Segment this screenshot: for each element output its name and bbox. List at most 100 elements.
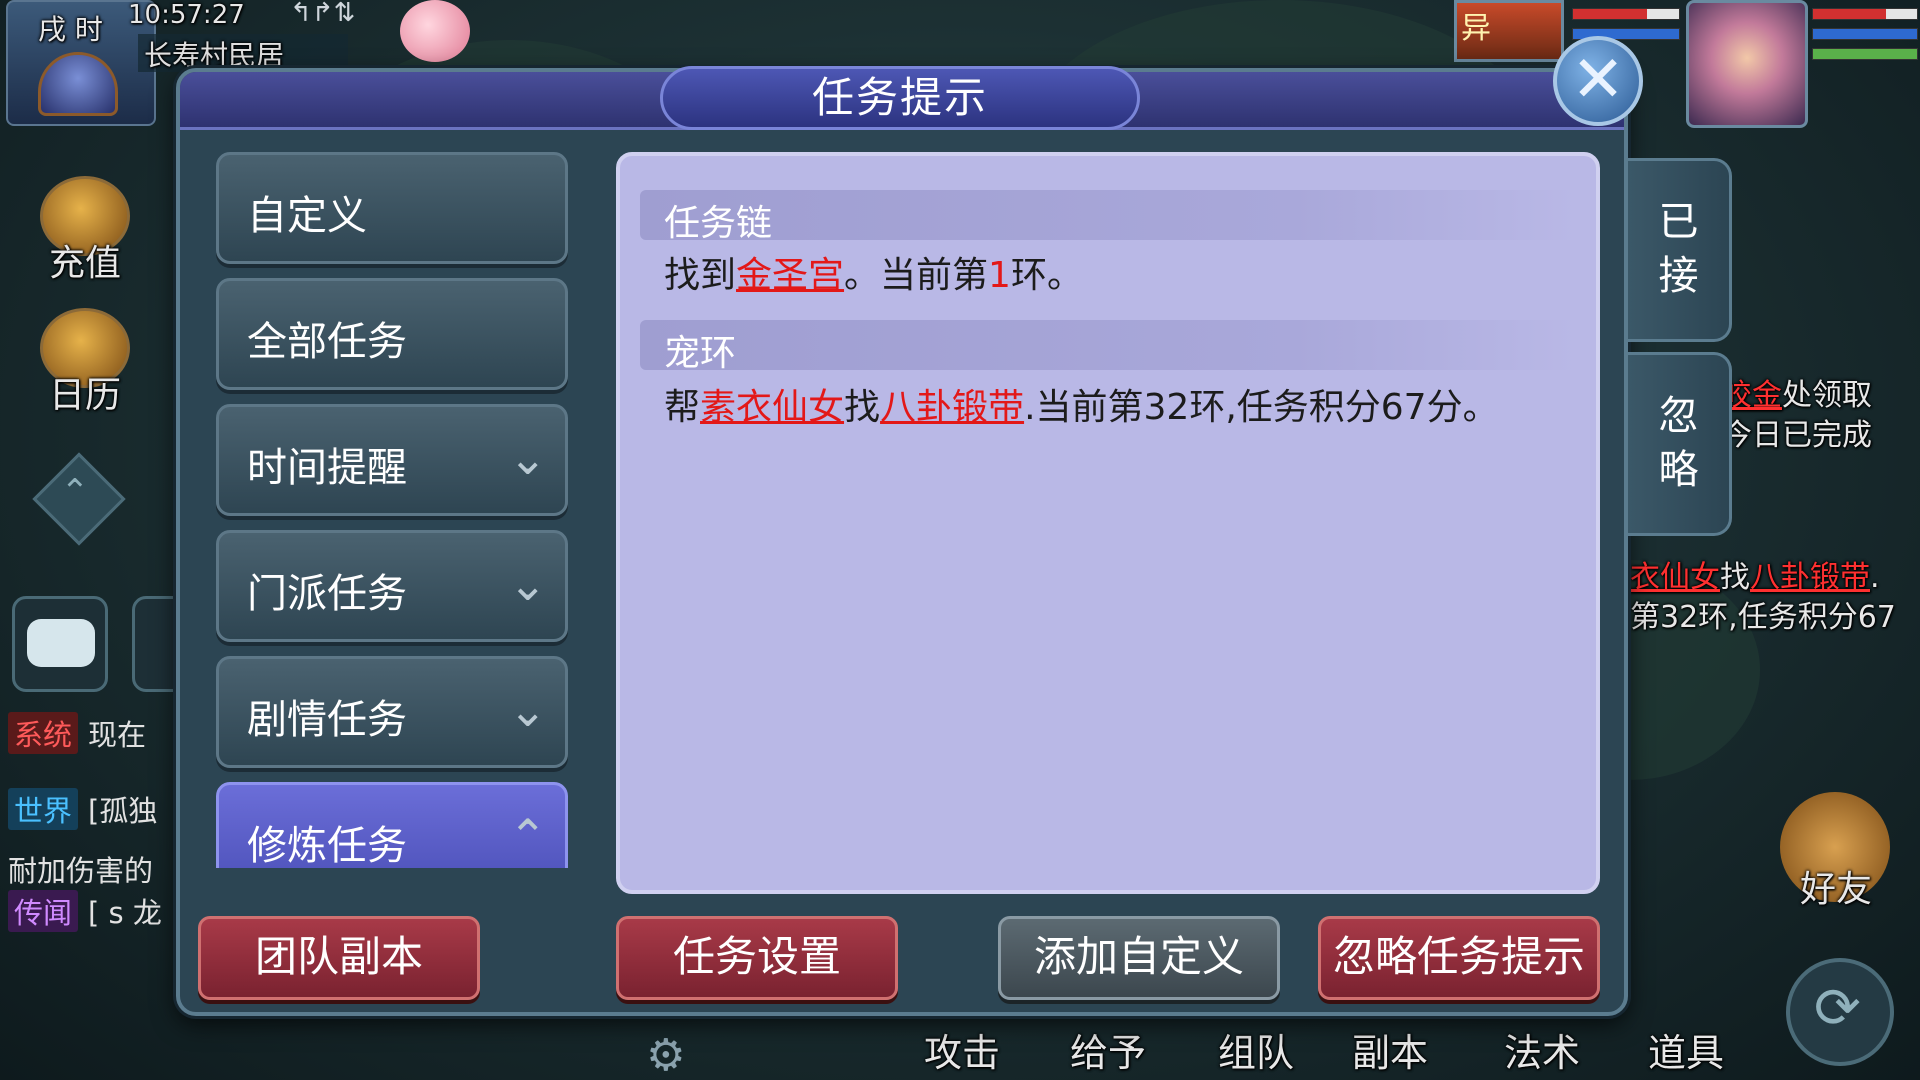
tab-accepted[interactable]: 已 接 — [1628, 158, 1732, 342]
chat-text: [ s 龙 — [88, 896, 162, 930]
task-text: 找到 — [664, 255, 737, 296]
task-description: 帮素衣仙女找八卦锻带.当前第32环,任务积分67分。 — [664, 378, 1499, 430]
task-category-list[interactable]: 自定义 全部任务 时间提醒 ⌄ 门派任务 ⌄ 剧情任务 ⌄ 修炼任务 ⌃ — [216, 152, 568, 868]
button-label: 任务设置 — [672, 932, 841, 981]
tracker-text: 找 — [1720, 560, 1750, 595]
section-title: 任务链 — [664, 203, 773, 244]
button-label: 添加自定义 — [1033, 932, 1244, 981]
dungeon-button[interactable]: 副本 — [1352, 1022, 1428, 1077]
refresh-button[interactable]: ⟳ — [1786, 958, 1894, 1066]
tracker-link[interactable]: 八卦锻带 — [1750, 560, 1870, 595]
spell-button[interactable]: 法术 — [1504, 1022, 1580, 1077]
tab-label: 自定义 — [247, 193, 367, 239]
give-button[interactable]: 给予 — [1070, 1022, 1146, 1077]
peach-icon[interactable] — [400, 0, 470, 62]
tab-cultivation-tasks[interactable]: 修炼任务 ⌃ — [216, 782, 568, 868]
task-link-npc[interactable]: 素衣仙女 — [700, 387, 844, 428]
friends-button[interactable]: 好友 — [1780, 792, 1890, 910]
task-text: .当前第32环,任务积分67分。 — [1024, 387, 1499, 428]
chat-line: 传闻 [ s 龙 — [8, 890, 162, 932]
attack-button[interactable]: 攻击 — [924, 1022, 1000, 1077]
section-header: 任务链 — [640, 190, 1576, 244]
tab-time-reminder[interactable]: 时间提醒 ⌄ — [216, 404, 568, 516]
tracker-line: 皎金处领取 — [1722, 370, 1872, 414]
network-icon: ↰↱⇅ — [290, 0, 356, 28]
dialog-title-bar: 任务提示 — [180, 66, 1624, 130]
tab-story-tasks[interactable]: 剧情任务 ⌄ — [216, 656, 568, 768]
task-link-item[interactable]: 八卦锻带 — [880, 387, 1024, 428]
chat-button[interactable] — [12, 596, 108, 692]
chat-line: 世界 [孤独 — [8, 788, 157, 830]
close-icon: ✕ — [1571, 43, 1625, 117]
chat-line: 系统 现在 — [8, 712, 146, 754]
player-mp-bar — [1812, 28, 1918, 40]
tracker-text: . — [1870, 560, 1880, 595]
button-label: 团队副本 — [254, 932, 423, 981]
task-content-panel: 任务链 找到金圣宫。当前第1环。 宠环 帮素衣仙女找八卦锻带.当前第32环,任务… — [616, 152, 1600, 894]
chat-channel-tag: 世界 — [8, 788, 79, 830]
moon-icon — [38, 52, 118, 116]
tab-char: 已 — [1658, 199, 1699, 245]
pet-badge: 异 — [1461, 11, 1491, 46]
items-button[interactable]: 道具 — [1648, 1022, 1724, 1077]
chat-text: [孤独 — [88, 794, 158, 828]
settings-gear-icon[interactable]: ⚙ — [646, 1030, 685, 1080]
location-name[interactable]: 长寿村民居 — [138, 34, 348, 72]
calendar-button[interactable]: 日历 — [30, 308, 140, 418]
tab-ignored[interactable]: 忽 略 — [1628, 352, 1732, 536]
chevron-up-icon: ⌃ — [60, 472, 90, 513]
tab-label: 全部任务 — [247, 319, 407, 365]
dialog-title: 任务提示 — [811, 73, 988, 122]
task-link-location[interactable]: 金圣宫 — [736, 255, 844, 296]
chat-text: 现在 — [88, 718, 147, 752]
chat-line: 耐加伤害的 — [8, 848, 153, 890]
add-custom-button[interactable]: 添加自定义 — [998, 916, 1280, 1000]
character-portrait[interactable] — [1686, 0, 1808, 128]
team-button[interactable]: 组队 — [1218, 1022, 1294, 1077]
pet-portrait[interactable]: 异 — [1454, 0, 1564, 62]
chevron-down-icon: ⌄ — [508, 683, 547, 737]
calendar-label: 日历 — [48, 375, 121, 416]
tab-char: 忽 — [1658, 393, 1699, 439]
recharge-button[interactable]: 充值 — [30, 176, 140, 286]
player-hp-bar — [1812, 8, 1918, 20]
chat-channel-tag: 传闻 — [8, 890, 79, 932]
recharge-label: 充值 — [48, 243, 121, 284]
tab-label: 时间提醒 — [247, 445, 407, 491]
tab-char: 接 — [1658, 253, 1699, 299]
tracker-line: 衣仙女找八卦锻带. — [1630, 552, 1880, 596]
task-settings-button[interactable]: 任务设置 — [616, 916, 898, 1000]
tab-custom[interactable]: 自定义 — [216, 152, 568, 264]
task-text: 找 — [844, 387, 881, 428]
team-dungeon-button[interactable]: 团队副本 — [198, 916, 480, 1000]
chat-text: 耐加伤害的 — [8, 854, 154, 888]
chat-bubble-icon — [27, 619, 95, 667]
chevron-up-icon: ⌃ — [508, 809, 547, 863]
chevron-down-icon: ⌄ — [508, 557, 547, 611]
section-title: 宠环 — [664, 333, 737, 374]
section-header: 宠环 — [640, 320, 1576, 374]
ignore-task-hint-button[interactable]: 忽略任务提示 — [1318, 916, 1600, 1000]
pet-hp-bar — [1572, 8, 1680, 20]
friends-label: 好友 — [1800, 869, 1873, 910]
chat-channel-tag: 系统 — [8, 712, 79, 754]
tracker-link[interactable]: 衣仙女 — [1630, 560, 1720, 595]
tab-char: 略 — [1658, 447, 1699, 493]
tab-all-tasks[interactable]: 全部任务 — [216, 278, 568, 390]
title-plate: 任务提示 — [660, 66, 1140, 130]
task-hint-dialog: 任务提示 ✕ 自定义 全部任务 时间提醒 ⌄ 门派任务 ⌄ 剧情任务 ⌄ 修炼任… — [176, 36, 1732, 1016]
task-description: 找到金圣宫。当前第1环。 — [664, 246, 1083, 298]
tab-label: 剧情任务 — [247, 697, 407, 743]
game-time: 10:57:27 — [128, 0, 245, 30]
tracker-text: 处领取 — [1782, 378, 1872, 413]
task-text: 。当前第 — [844, 255, 989, 296]
task-text: 环。 — [1010, 255, 1083, 296]
tab-sect-tasks[interactable]: 门派任务 ⌄ — [216, 530, 568, 642]
tracker-line: 第32环,任务积分67 — [1630, 600, 1896, 635]
collapse-menu-button[interactable]: ⌃ — [32, 452, 126, 546]
player-sp-bar — [1812, 48, 1918, 60]
refresh-icon: ⟳ — [1814, 976, 1861, 1041]
chevron-down-icon: ⌄ — [508, 431, 547, 485]
close-button[interactable]: ✕ — [1553, 36, 1643, 126]
task-ring-number: 1 — [988, 255, 1011, 296]
